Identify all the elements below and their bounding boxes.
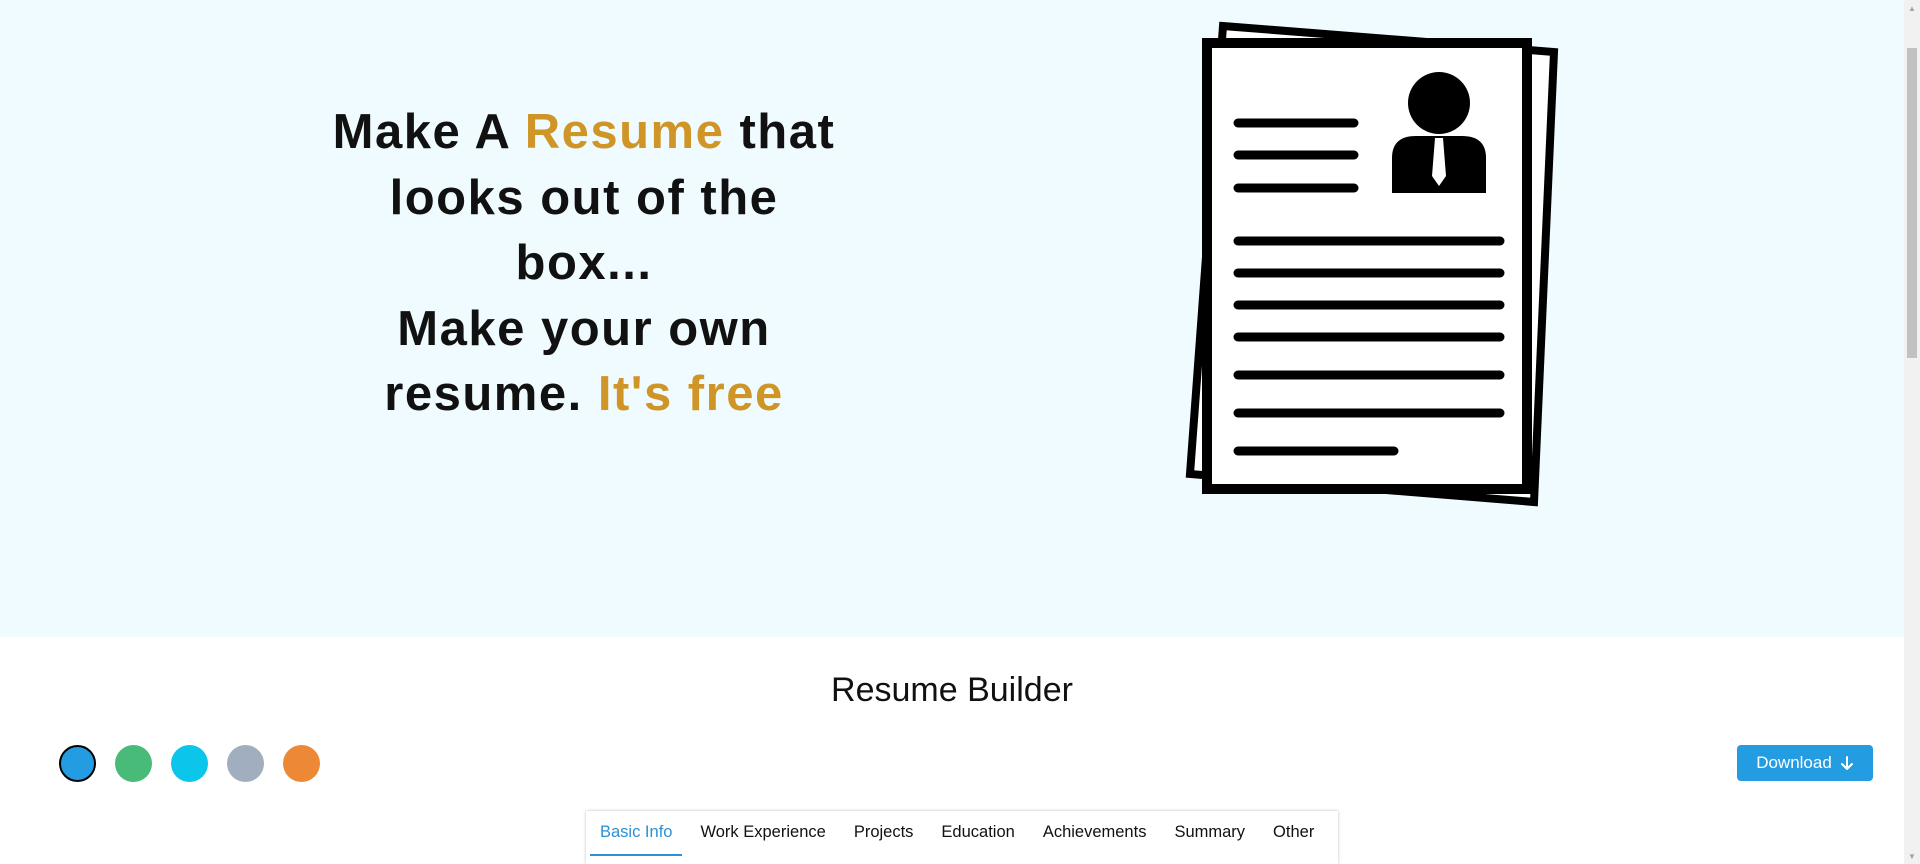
download-button[interactable]: Download xyxy=(1737,745,1873,781)
scroll-up-arrow-icon[interactable]: ▲ xyxy=(1904,0,1920,16)
hero-accent-free: It's free xyxy=(597,367,784,421)
builder-title: Resume Builder xyxy=(831,671,1073,709)
color-swatches xyxy=(59,745,320,782)
tab-work-experience[interactable]: Work Experience xyxy=(690,811,835,856)
hero-line2: looks out of the xyxy=(389,170,779,225)
builder-tabs: Basic Info Work Experience Projects Educ… xyxy=(586,811,1339,864)
color-swatch-gray[interactable] xyxy=(227,745,264,782)
color-swatch-blue[interactable] xyxy=(59,745,96,782)
scroll-down-arrow-icon[interactable]: ▼ xyxy=(1904,848,1920,864)
hero-section: Make A Resume that looks out of the box.… xyxy=(0,0,1904,637)
color-swatch-cyan[interactable] xyxy=(171,745,208,782)
tab-other[interactable]: Other xyxy=(1263,811,1324,856)
tab-education[interactable]: Education xyxy=(931,811,1024,856)
arrow-down-icon xyxy=(1840,755,1853,770)
hero-line1-pre: Make A xyxy=(332,105,525,159)
hero-headline: Make A Resume that looks out of the box.… xyxy=(284,100,884,428)
hero-line3: box... xyxy=(515,236,653,290)
tab-projects[interactable]: Projects xyxy=(844,811,924,856)
hero-accent-resume: Resume xyxy=(524,105,725,159)
scrollbar-thumb[interactable] xyxy=(1907,48,1917,358)
tab-achievements[interactable]: Achievements xyxy=(1033,811,1157,856)
hero-line4: Make your own xyxy=(397,301,771,356)
color-swatch-green[interactable] xyxy=(115,745,152,782)
tab-basic-info[interactable]: Basic Info xyxy=(590,811,683,856)
color-swatch-orange[interactable] xyxy=(283,745,320,782)
resume-document-icon xyxy=(1185,21,1559,507)
hero-line1-post: that xyxy=(724,105,836,159)
page-scrollbar[interactable]: ▲ ▼ xyxy=(1904,0,1920,864)
page: Make A Resume that looks out of the box.… xyxy=(0,0,1920,864)
tab-summary[interactable]: Summary xyxy=(1164,811,1255,856)
hero-line5-pre: resume. xyxy=(384,367,598,421)
download-label: Download xyxy=(1756,753,1832,772)
